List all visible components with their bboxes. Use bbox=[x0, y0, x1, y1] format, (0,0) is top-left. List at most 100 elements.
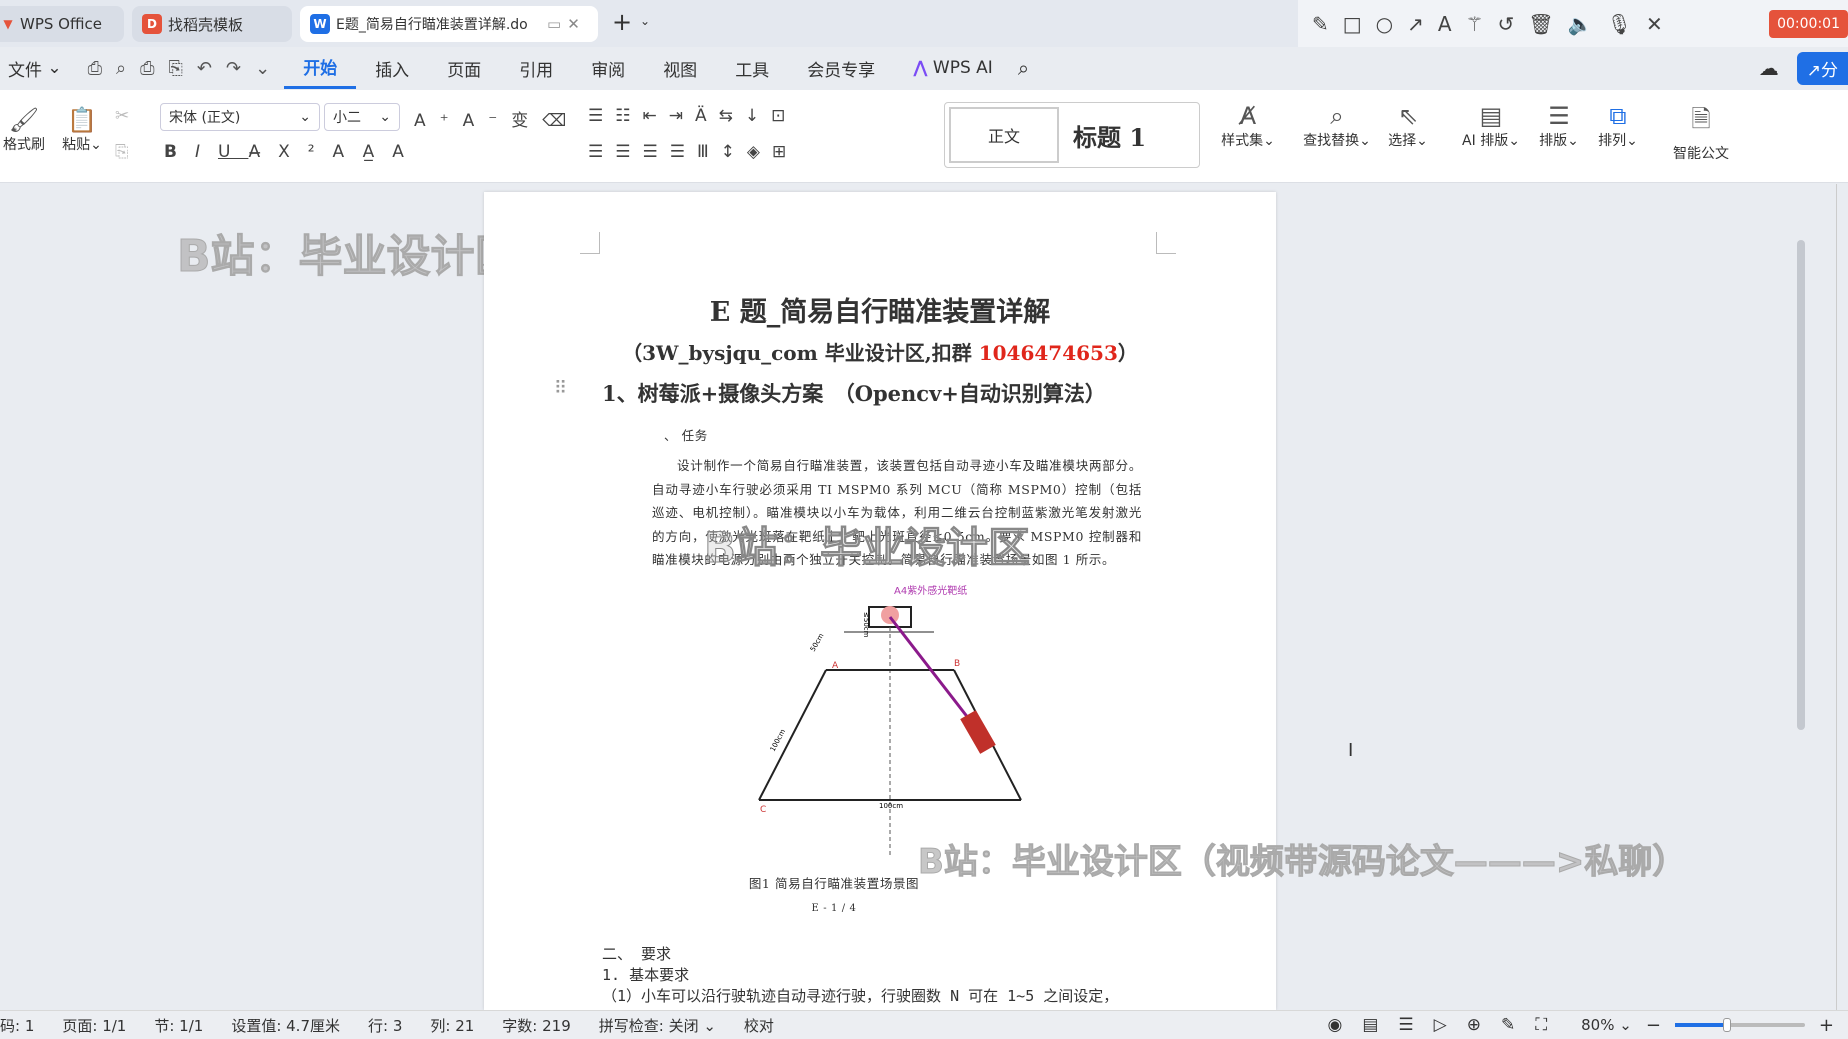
menu-view[interactable]: 视图 bbox=[644, 47, 716, 89]
alignment-controls[interactable]: ☰☰☰☰Ⅲ↕◈⊞ bbox=[588, 142, 798, 162]
brush-icon: 🖌 bbox=[8, 106, 40, 134]
status-setting: 设置值: 4.7厘米 bbox=[231, 1016, 340, 1035]
paste-button[interactable]: 📋 粘贴⌄ bbox=[58, 106, 106, 154]
tab-wps-office[interactable]: ▼ WPS Office bbox=[0, 6, 124, 42]
zoom-in-icon[interactable]: + bbox=[1819, 1015, 1848, 1036]
spell-check-toggle[interactable]: 拼写检查: 关闭 ⌄ bbox=[585, 1015, 730, 1036]
cut-icon[interactable]: ✂ bbox=[115, 106, 129, 126]
requirements: 二、 要求 1. 基本要求 （1）小车可以沿行驶轨迹自动寻迹行驶，行驶圈数 N … bbox=[602, 944, 1118, 1007]
document-area[interactable]: B站：毕业设计区 E 题_简易自行瞄准装置详解 （3W_bysjqu_com 毕… bbox=[0, 184, 1848, 1010]
tab-templates[interactable]: D 找稻壳模板 bbox=[132, 6, 292, 42]
close-tab-icon[interactable]: ✕ bbox=[567, 15, 580, 33]
chevron-down-icon[interactable]: ⌄ bbox=[640, 14, 650, 28]
menu-file[interactable]: 文件 ⌄ bbox=[0, 47, 70, 89]
rectangle-icon[interactable]: □ bbox=[1343, 12, 1362, 36]
close-icon[interactable]: ✕ bbox=[1646, 12, 1663, 36]
layout-button[interactable]: ☰ 排版⌄ bbox=[1534, 102, 1584, 150]
fig-label-target: A4紫外感光靶纸 bbox=[894, 584, 967, 597]
point-b: B bbox=[954, 659, 960, 669]
trash-icon[interactable]: 🗑 bbox=[1528, 12, 1553, 36]
vertical-scrollbar[interactable] bbox=[1797, 240, 1805, 730]
text-format-controls[interactable]: BIUA̶X²AA̲A bbox=[164, 142, 422, 162]
new-tab-icon[interactable]: + bbox=[612, 8, 632, 36]
font-size-select[interactable]: 小二 ⌄ bbox=[324, 103, 400, 131]
arrow-icon[interactable]: ↗ bbox=[1407, 12, 1424, 36]
task-heading: 、 任务 bbox=[664, 428, 708, 443]
search-icon[interactable]: ⌕ bbox=[1012, 56, 1029, 80]
view-mode-icons[interactable]: ◉▤☰▷⊕✎⛶ bbox=[1328, 1015, 1568, 1035]
cursor-icon: ⇖ bbox=[1397, 102, 1419, 130]
menu-wps-ai[interactable]: ⋀ WPS AI bbox=[894, 47, 1012, 89]
menu-member[interactable]: 会员专享 bbox=[788, 47, 894, 89]
chevron-down-icon: ⌄ bbox=[299, 109, 311, 125]
chevron-down-icon: ⌄ bbox=[379, 109, 391, 125]
laser-spot bbox=[881, 606, 899, 624]
circle-icon[interactable]: ○ bbox=[1376, 12, 1393, 36]
magnifier-icon: ⌕ bbox=[1330, 102, 1344, 130]
layout-icon: ☰ bbox=[1548, 102, 1570, 130]
proofread-button[interactable]: 校对 bbox=[730, 1015, 788, 1036]
menu-bar: 文件 ⌄ ⎙⌕⎙⎘↶↷⌄ 开始 插入 页面 引用 审阅 视图 工具 会员专享 ⋀… bbox=[0, 47, 1848, 89]
ai-layout-icon: ▤ bbox=[1479, 102, 1503, 130]
font-family-select[interactable]: 宋体 (正文) ⌄ bbox=[160, 103, 320, 131]
format-painter-button[interactable]: 🖌 格式刷 bbox=[0, 106, 48, 154]
ai-layout-button[interactable]: ▤ AI 排版⌄ bbox=[1458, 102, 1524, 150]
copy-icon[interactable]: ⎘ bbox=[115, 142, 129, 162]
right-side-panel[interactable] bbox=[1836, 184, 1848, 1010]
car bbox=[960, 710, 996, 754]
microphone-icon[interactable]: 🎙 bbox=[1607, 12, 1632, 36]
menu-home[interactable]: 开始 bbox=[284, 47, 357, 89]
watermark: B站：毕业设计区 bbox=[703, 523, 1031, 573]
find-replace-button[interactable]: ⌕ 查找替换⌄ bbox=[1298, 102, 1376, 150]
text-icon[interactable]: A bbox=[1438, 12, 1452, 36]
paragraph-controls[interactable]: ☰☷⇤⇥Ä⇆↓⊡ bbox=[588, 106, 797, 126]
status-word-count[interactable]: 字数: 219 bbox=[488, 1015, 584, 1036]
status-section: 节: 1/1 bbox=[154, 1016, 204, 1035]
style-heading-1[interactable]: 标题 1 bbox=[1073, 117, 1147, 153]
quick-access-icons[interactable]: ⎙⌕⎙⎘↶↷⌄ bbox=[70, 58, 285, 79]
document-title: E 题_简易自行瞄准装置详解 bbox=[709, 297, 1051, 328]
arrange-button[interactable]: ⧉ 排列⌄ bbox=[1592, 102, 1644, 150]
style-gallery: 正文 标题 1 bbox=[944, 102, 1200, 168]
document-page[interactable]: E 题_简易自行瞄准装置详解 （3W_bysjqu_com 毕业设计区,扣群 1… bbox=[484, 192, 1276, 1010]
smart-doc-icon: 🗎 bbox=[1691, 105, 1711, 133]
speaker-icon[interactable]: 🔈 bbox=[1568, 12, 1593, 36]
menu-insert[interactable]: 插入 bbox=[356, 47, 428, 89]
pen-icon[interactable]: ✎ bbox=[1312, 12, 1329, 36]
docer-icon: D bbox=[142, 14, 162, 34]
heading-1: 1、树莓派+摄像头方案 （Opencv+自动识别算法） bbox=[602, 381, 1106, 406]
text-cursor-icon: I bbox=[1348, 740, 1354, 761]
style-normal[interactable]: 正文 bbox=[949, 107, 1059, 163]
menu-references[interactable]: 引用 bbox=[500, 47, 572, 89]
share-button[interactable]: ↗分 bbox=[1796, 51, 1848, 85]
zoom-select[interactable]: 80% ⌄ bbox=[1567, 1016, 1646, 1034]
scene-diagram: A4紫外感光靶纸 A B C ≤50cm 50cm 100cm 100cm bbox=[758, 584, 1022, 857]
req-basic: 1. 基本要求 bbox=[602, 966, 690, 984]
magic-wand-icon[interactable]: ⚚ bbox=[1466, 12, 1484, 36]
undo-icon[interactable]: ↺ bbox=[1498, 12, 1515, 36]
status-row: 行: 3 bbox=[368, 1016, 403, 1035]
dim-label: 100cm bbox=[879, 802, 903, 810]
status-page[interactable]: 页面: 1/1 bbox=[48, 1015, 140, 1036]
font-size-controls[interactable]: A⁺A⁻变⌫ bbox=[414, 106, 580, 131]
drag-handle-icon[interactable]: ⠿ bbox=[554, 378, 567, 399]
select-button[interactable]: ⇖ 选择⌄ bbox=[1382, 102, 1434, 150]
zoom-out-icon[interactable]: − bbox=[1646, 1015, 1661, 1036]
smart-doc-button[interactable]: 🗎 智能公文 bbox=[1668, 102, 1734, 163]
wps-logo-icon: ▼ bbox=[3, 17, 13, 31]
wps-ai-icon: ⋀ bbox=[913, 58, 928, 78]
laser-beam bbox=[888, 616, 981, 733]
menu-review[interactable]: 审阅 bbox=[572, 47, 644, 89]
point-c: C bbox=[760, 805, 766, 815]
cloud-upload-icon[interactable]: ☁ bbox=[1759, 56, 1797, 80]
menu-tools[interactable]: 工具 bbox=[716, 47, 788, 89]
watermark: B站：毕业设计区（视频带源码论文———>私聊） bbox=[917, 842, 1687, 883]
document-subtitle: （3W_bysjqu_com 毕业设计区,扣群 1046474653） bbox=[622, 341, 1138, 365]
zoom-slider[interactable] bbox=[1674, 1018, 1805, 1032]
style-set-button[interactable]: A̸ 样式集⌄ bbox=[1218, 102, 1278, 150]
ribbon-toolbar: 🖌 格式刷 📋 粘贴⌄ ✂ ⎘ 宋体 (正文) ⌄ 小二 ⌄ A⁺A⁻变⌫ BIUA̶X… bbox=[0, 90, 1848, 183]
tab-document[interactable]: W E题_简易自行瞄准装置详解.do ▭ ✕ bbox=[300, 6, 598, 42]
menu-page[interactable]: 页面 bbox=[428, 47, 500, 89]
status-col: 列: 21 bbox=[430, 1016, 475, 1035]
margin-mark bbox=[580, 232, 600, 254]
